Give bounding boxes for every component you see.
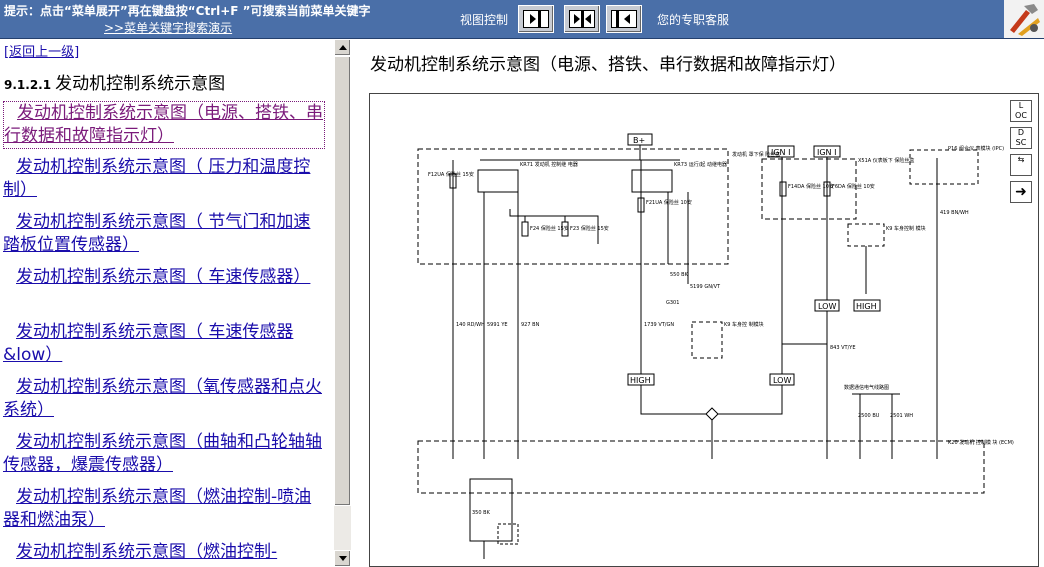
wire-550-label: 550 BK (670, 272, 689, 278)
wire-5991-label: 5991 YE (487, 322, 508, 328)
b-plus-label: B+ (633, 136, 645, 145)
wire-5199-label: 5199 GN/VT (690, 284, 721, 290)
ip-fusebox-label: X51A 仪表板下 保险丝盒 (858, 157, 914, 164)
next-arrow-icon[interactable]: ➜ (1010, 181, 1032, 203)
view-control-label: 视图控制 (460, 13, 509, 27)
search-demo-link[interactable]: >>菜单关键字搜索演示 (104, 19, 232, 36)
g301-label: G301 (666, 300, 679, 306)
navigation-pane: [返回上一级] 9.1.2.1 发动机控制系统示意图 发动机控制系统示意图（电源、… (0, 39, 335, 567)
section-number: 9.1.2.1 (4, 78, 52, 92)
top-toolbar: 提示：点击“菜单展开”再在键盘按“Ctrl+F ”可搜索当前菜单关键字 >>菜单… (0, 0, 1044, 39)
split-view-button[interactable] (564, 5, 600, 33)
k9-label: K9 车身控 制模块 (724, 321, 764, 328)
expand-right-button[interactable] (518, 5, 554, 33)
serial-data-label: 数据通信电气线路图 (844, 384, 889, 391)
toc-item-crank-cam[interactable]: 发动机控制系统示意图（曲轴和凸轮轴轴传感器，爆震传感器） (3, 431, 323, 477)
wire-843-label: 843 VT/YE (830, 345, 856, 351)
wiring-diagram-drawing: B+ IGN I IGN I KR71 发动机 控制继 电器 KR73 运行/起… (417, 133, 1014, 559)
panel-left-icon (611, 10, 637, 28)
fuse-f14da-label: F14DA 保险丝 10安 (788, 183, 834, 190)
toc-item-throttle[interactable]: 发动机控制系统示意图（ 节气门和加速踏板位置传感器） (3, 211, 323, 257)
fuse-f6da-label: F6DA 保险丝 10安 (832, 183, 875, 190)
fuse-f23-label: F23 保险丝 15安 (570, 225, 609, 232)
ign1-label-b: IGN I (817, 148, 836, 157)
toc-item-oxygen-ignition[interactable]: 发动机控制系统示意图（氧传感器和点火系统） (3, 376, 323, 422)
low-label-2: LOW (818, 302, 836, 311)
wire-350-label: 350 BK (472, 510, 491, 516)
toc-item-vehicle-speed-low[interactable]: 发动机控制系统示意图（ 车速传感器&low） (3, 321, 323, 367)
legend-desc-icon[interactable]: D SC (1010, 127, 1032, 149)
section-heading: 9.1.2.1 发动机控制系统示意图 (4, 69, 225, 94)
content-pane: 发动机控制系统示意图（电源、搭铁、串行数据和故障指示灯） B+ IGN I IG… (352, 39, 1044, 567)
scroll-up-icon[interactable] (334, 39, 351, 56)
toc-item-power-ground[interactable]: 发动机控制系统示意图（电源、搭铁、串行数据和故障指示灯） (3, 101, 325, 149)
wiring-diagram: B+ IGN I IGN I KR71 发动机 控制继 电器 KR73 运行/起… (369, 93, 1039, 567)
fuse-f24-label: F24 保险丝 15安 (530, 225, 569, 232)
wire-927-label: 927 BN (521, 322, 540, 328)
legend-loc-icon[interactable]: L OC (1010, 100, 1032, 122)
scroll-down-icon[interactable] (334, 550, 351, 567)
toc-item-fuel-injector[interactable]: 发动机控制系统示意图（燃油控制-喷油器和燃油泵） (3, 486, 323, 532)
diagram-title: 发动机控制系统示意图（电源、搭铁、串行数据和故障指示灯） (370, 55, 846, 75)
wire-1739-label: 1739 VT/GN (644, 322, 674, 328)
search-hint-text: 提示：点击“菜单展开”再在键盘按“Ctrl+F ”可搜索当前菜单关键字 (4, 4, 371, 18)
k9-label-2: K9 车身控制 模块 (886, 225, 926, 232)
panel-split-icon (569, 10, 595, 28)
toc-item-vehicle-speed[interactable]: 发动机控制系统示意图（ 车速传感器） (3, 266, 323, 289)
section-title-text: 发动机控制系统示意图 (55, 74, 226, 94)
connector-icon[interactable]: ⇆ (1010, 154, 1032, 176)
toc-item-fuel-control[interactable]: 发动机控制系统示意图（燃油控制- (3, 541, 323, 564)
wire-2500-label: 2500 BU (858, 413, 880, 419)
high-label-2: HIGH (856, 302, 877, 311)
navigation-scrollbar[interactable] (334, 39, 351, 567)
p16-label: P16 组合仪 表模块 (IPC) (948, 145, 1004, 152)
high-label-1: HIGH (630, 376, 651, 385)
tools-logo-icon (1004, 0, 1044, 38)
scroll-thumb[interactable] (334, 56, 351, 506)
k20-label: K20 发动机 控制模 块 (ECM) (948, 439, 1014, 446)
fuse-f21ua-label: F21UA 保险丝 10安 (646, 199, 692, 206)
panel-right-icon (523, 10, 549, 28)
kr71-label: KR71 发动机 控制继 电器 (520, 161, 578, 168)
wire-419-label: 419 BN/WH (940, 210, 969, 216)
underhood-fusebox-label: 发动机 罩下保 险丝盒 (732, 151, 780, 158)
back-link[interactable]: [返回上一级] (4, 41, 79, 60)
wire-140-label: 140 RD/WH (456, 322, 485, 328)
low-label-1: LOW (773, 376, 791, 385)
customer-service-label: 您的专职客服 (657, 13, 730, 27)
kr73-label: KR73 运行/起 动继电器 (674, 161, 727, 168)
toc-item-pressure-temp[interactable]: 发动机控制系统示意图（ 压力和温度控制） (3, 156, 323, 202)
fuse-f12ua-label: F12UA 保险丝 15安 (428, 171, 474, 178)
expand-left-button[interactable] (606, 5, 642, 33)
wire-2501-label: 2501 WH (890, 413, 913, 419)
